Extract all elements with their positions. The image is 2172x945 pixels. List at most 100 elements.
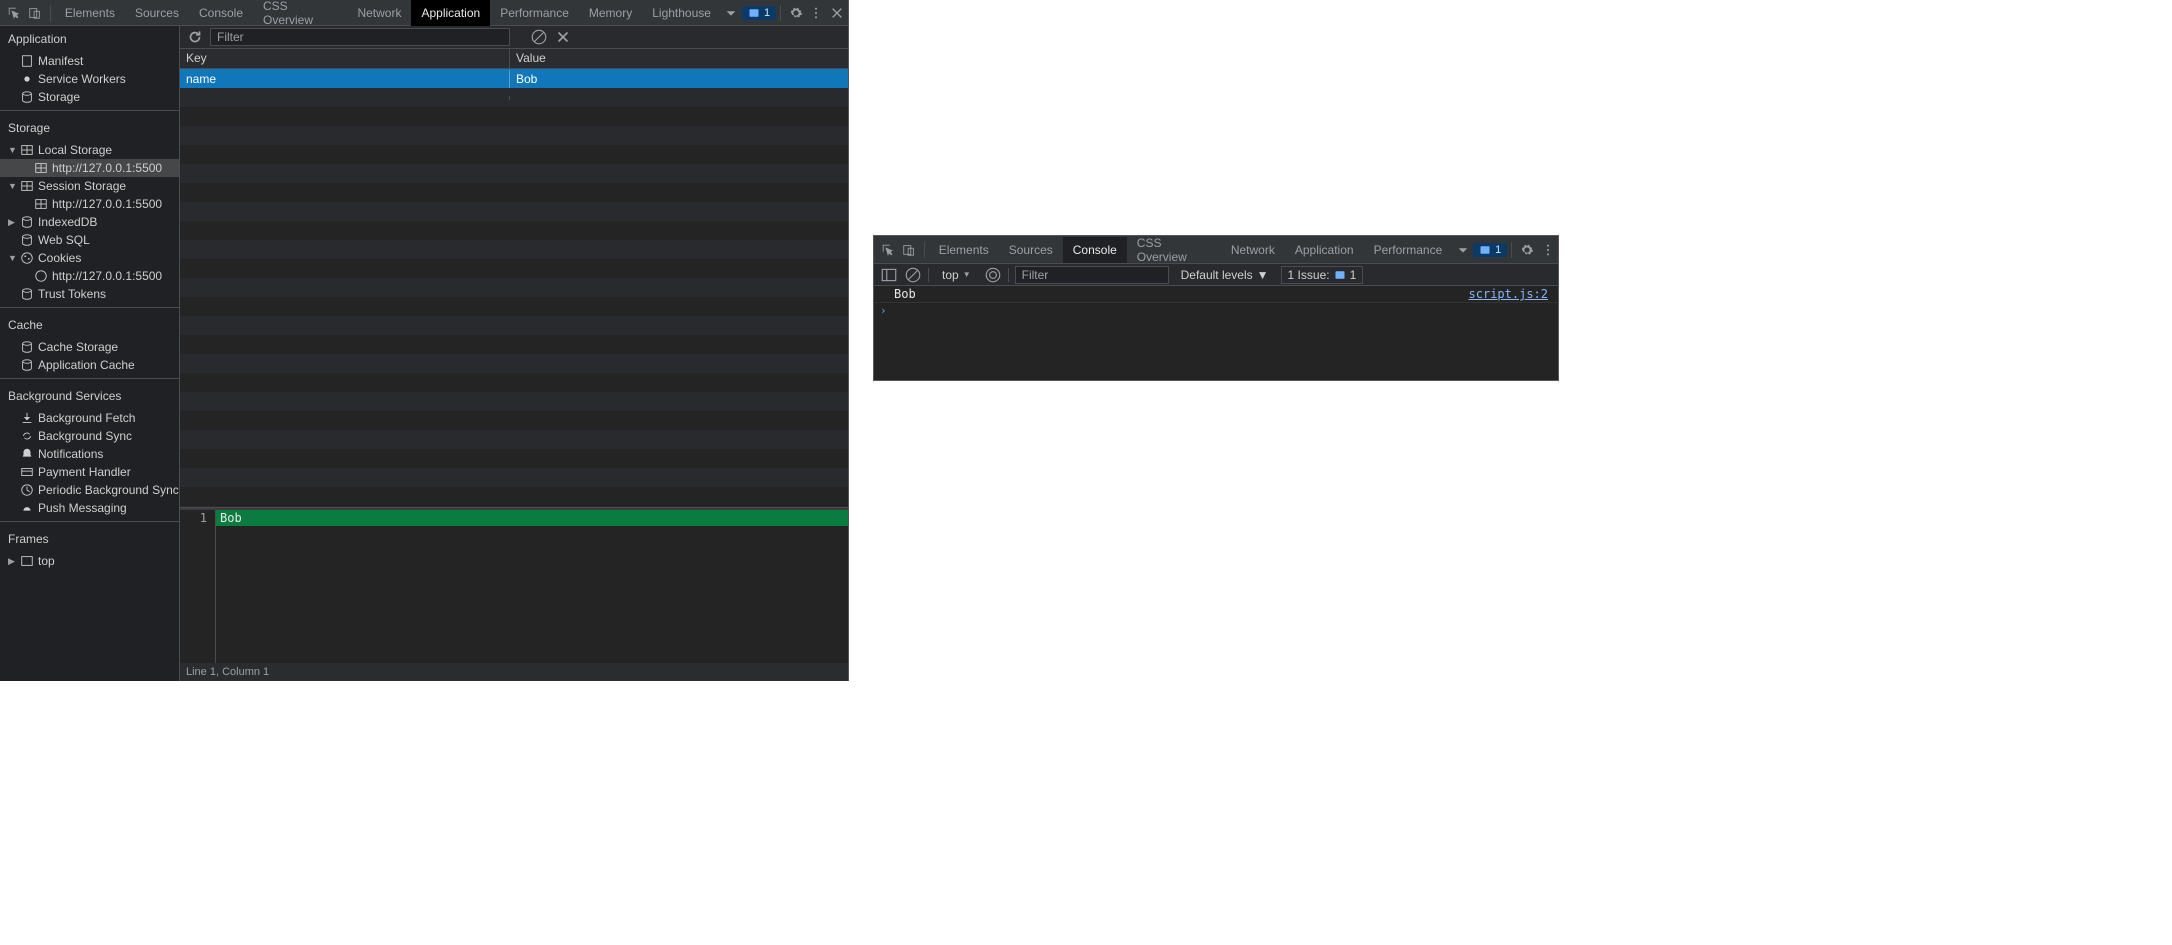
issues-count: 1 bbox=[1350, 268, 1357, 282]
filter-toolbar bbox=[180, 26, 848, 49]
sidebar-item-top-frame[interactable]: ▶ top bbox=[0, 552, 179, 570]
sidebar-item-payment-handler[interactable]: Payment Handler bbox=[0, 463, 179, 481]
tab-memory[interactable]: Memory bbox=[579, 0, 642, 26]
sidebar-item-application-cache[interactable]: Application Cache bbox=[0, 356, 179, 374]
sidebar-item-background-fetch[interactable]: Background Fetch bbox=[0, 409, 179, 427]
tab-elements[interactable]: Elements bbox=[929, 237, 999, 263]
clear-all-icon[interactable] bbox=[530, 28, 548, 46]
cell-value[interactable] bbox=[510, 96, 848, 100]
status-text: Line 1, Column 1 bbox=[186, 666, 269, 678]
tab-performance[interactable]: Performance bbox=[490, 0, 579, 26]
main-content: Application Manifest Service Workers Sto… bbox=[0, 26, 848, 681]
cell-value[interactable]: Bob bbox=[510, 70, 848, 88]
clear-console-icon[interactable] bbox=[904, 266, 922, 284]
tab-console[interactable]: Console bbox=[1063, 237, 1127, 263]
issues-label: 1 Issue: bbox=[1288, 268, 1330, 282]
log-source-link[interactable]: script.js:2 bbox=[1469, 287, 1548, 301]
cell-key[interactable]: name bbox=[180, 70, 510, 88]
tab-sources[interactable]: Sources bbox=[999, 237, 1063, 263]
console-log-row[interactable]: Bob script.js:2 bbox=[874, 286, 1558, 303]
sidebar-item-cookies[interactable]: ▼ Cookies bbox=[0, 249, 179, 267]
device-toggle-icon[interactable] bbox=[25, 2, 46, 24]
refresh-icon[interactable] bbox=[186, 28, 204, 46]
inspect-icon[interactable] bbox=[878, 239, 899, 261]
issues-badge[interactable]: 1 bbox=[1473, 243, 1507, 257]
settings-icon[interactable] bbox=[785, 2, 806, 24]
tab-performance[interactable]: Performance bbox=[1364, 237, 1453, 263]
cell-key[interactable] bbox=[180, 96, 510, 100]
chevron-right-icon[interactable]: ▶ bbox=[8, 556, 16, 567]
tab-css-overview[interactable]: CSS Overview bbox=[1127, 237, 1221, 263]
filter-input[interactable] bbox=[210, 28, 510, 46]
divider bbox=[780, 5, 781, 21]
line-number: 1 bbox=[180, 510, 216, 526]
chevron-down-icon[interactable]: ▼ bbox=[8, 253, 16, 263]
sidebar-item-session-storage-origin[interactable]: http://127.0.0.1:5500 bbox=[0, 195, 179, 213]
table-empty-area[interactable] bbox=[180, 107, 848, 507]
chevron-down-icon[interactable]: ▼ bbox=[8, 181, 16, 191]
tab-elements[interactable]: Elements bbox=[55, 0, 125, 26]
divider bbox=[928, 268, 929, 282]
chevron-down-icon[interactable]: ▼ bbox=[8, 145, 16, 155]
tab-console[interactable]: Console bbox=[189, 0, 253, 26]
log-levels-selector[interactable]: Default levels ▼ bbox=[1175, 268, 1275, 282]
sidebar-item-indexeddb[interactable]: ▶ IndexedDB bbox=[0, 213, 179, 231]
editor-value[interactable]: Bob bbox=[216, 511, 242, 525]
tab-application[interactable]: Application bbox=[411, 0, 490, 26]
sidebar-item-push-messaging[interactable]: Push Messaging bbox=[0, 499, 179, 517]
devtools-console-panel: Elements Sources Console CSS Overview Ne… bbox=[873, 235, 1559, 381]
kebab-menu-icon[interactable] bbox=[806, 2, 827, 24]
kebab-menu-icon[interactable] bbox=[1537, 239, 1558, 261]
console-output[interactable]: Bob script.js:2 › bbox=[874, 286, 1558, 380]
chevron-right-icon[interactable]: ▶ bbox=[8, 217, 16, 228]
tab-lighthouse[interactable]: Lighthouse bbox=[642, 0, 721, 26]
settings-icon[interactable] bbox=[1516, 239, 1537, 261]
tab-css-overview[interactable]: CSS Overview bbox=[253, 0, 347, 26]
sidebar-item-cookies-origin[interactable]: http://127.0.0.1:5500 bbox=[0, 267, 179, 285]
divider bbox=[1008, 268, 1009, 282]
table-row[interactable]: name Bob bbox=[180, 69, 848, 88]
table-row-empty[interactable] bbox=[180, 88, 848, 107]
delete-selected-icon[interactable] bbox=[554, 28, 572, 46]
sidebar-item-local-storage[interactable]: ▼ Local Storage bbox=[0, 141, 179, 159]
editor-line[interactable]: 1 Bob bbox=[180, 510, 848, 526]
console-filter-input[interactable] bbox=[1015, 266, 1169, 284]
more-tabs-icon[interactable] bbox=[1452, 239, 1473, 261]
sidebar-item-notifications[interactable]: Notifications bbox=[0, 445, 179, 463]
sidebar-item-storage[interactable]: Storage bbox=[0, 88, 179, 106]
sidebar-item-websql[interactable]: Web SQL bbox=[0, 231, 179, 249]
live-expression-icon[interactable] bbox=[984, 266, 1002, 284]
sidebar-item-trust-tokens[interactable]: Trust Tokens bbox=[0, 285, 179, 303]
sidebar-item-service-workers[interactable]: Service Workers bbox=[0, 70, 179, 88]
sidebar-item-session-storage[interactable]: ▼ Session Storage bbox=[0, 177, 179, 195]
tab-network[interactable]: Network bbox=[347, 0, 411, 26]
sidebar-label: Web SQL bbox=[38, 233, 90, 247]
tab-network[interactable]: Network bbox=[1221, 237, 1285, 263]
close-icon[interactable] bbox=[827, 2, 848, 24]
col-value[interactable]: Value bbox=[510, 49, 848, 68]
sidebar-label: http://127.0.0.1:5500 bbox=[52, 269, 162, 283]
sidebar-label: Notifications bbox=[38, 447, 103, 461]
divider bbox=[50, 5, 51, 21]
tab-application[interactable]: Application bbox=[1285, 237, 1364, 263]
console-prompt[interactable]: › bbox=[874, 303, 1558, 318]
sidebar-item-background-sync[interactable]: Background Sync bbox=[0, 427, 179, 445]
table-body[interactable]: name Bob bbox=[180, 69, 848, 508]
editor-empty-area[interactable] bbox=[180, 526, 848, 663]
issues-count: 1 bbox=[764, 7, 770, 19]
inspect-icon[interactable] bbox=[4, 2, 25, 24]
col-key[interactable]: Key bbox=[180, 49, 510, 68]
device-toggle-icon[interactable] bbox=[899, 239, 920, 261]
sidebar-item-cache-storage[interactable]: Cache Storage bbox=[0, 338, 179, 356]
issues-summary[interactable]: 1 Issue: 1 bbox=[1281, 266, 1364, 284]
sidebar-item-periodic-background-sync[interactable]: Periodic Background Sync bbox=[0, 481, 179, 499]
sidebar-item-local-storage-origin[interactable]: http://127.0.0.1:5500 bbox=[0, 159, 179, 177]
toggle-sidebar-icon[interactable] bbox=[880, 266, 898, 284]
console-toolbar: top ▼ Default levels ▼ 1 Issue: 1 bbox=[874, 264, 1558, 286]
more-tabs-icon[interactable] bbox=[721, 2, 742, 24]
issues-badge[interactable]: 1 bbox=[742, 6, 776, 20]
application-sidebar[interactable]: Application Manifest Service Workers Sto… bbox=[0, 26, 180, 681]
sidebar-item-manifest[interactable]: Manifest bbox=[0, 52, 179, 70]
tab-sources[interactable]: Sources bbox=[125, 0, 189, 26]
context-selector[interactable]: top ▼ bbox=[935, 266, 978, 284]
